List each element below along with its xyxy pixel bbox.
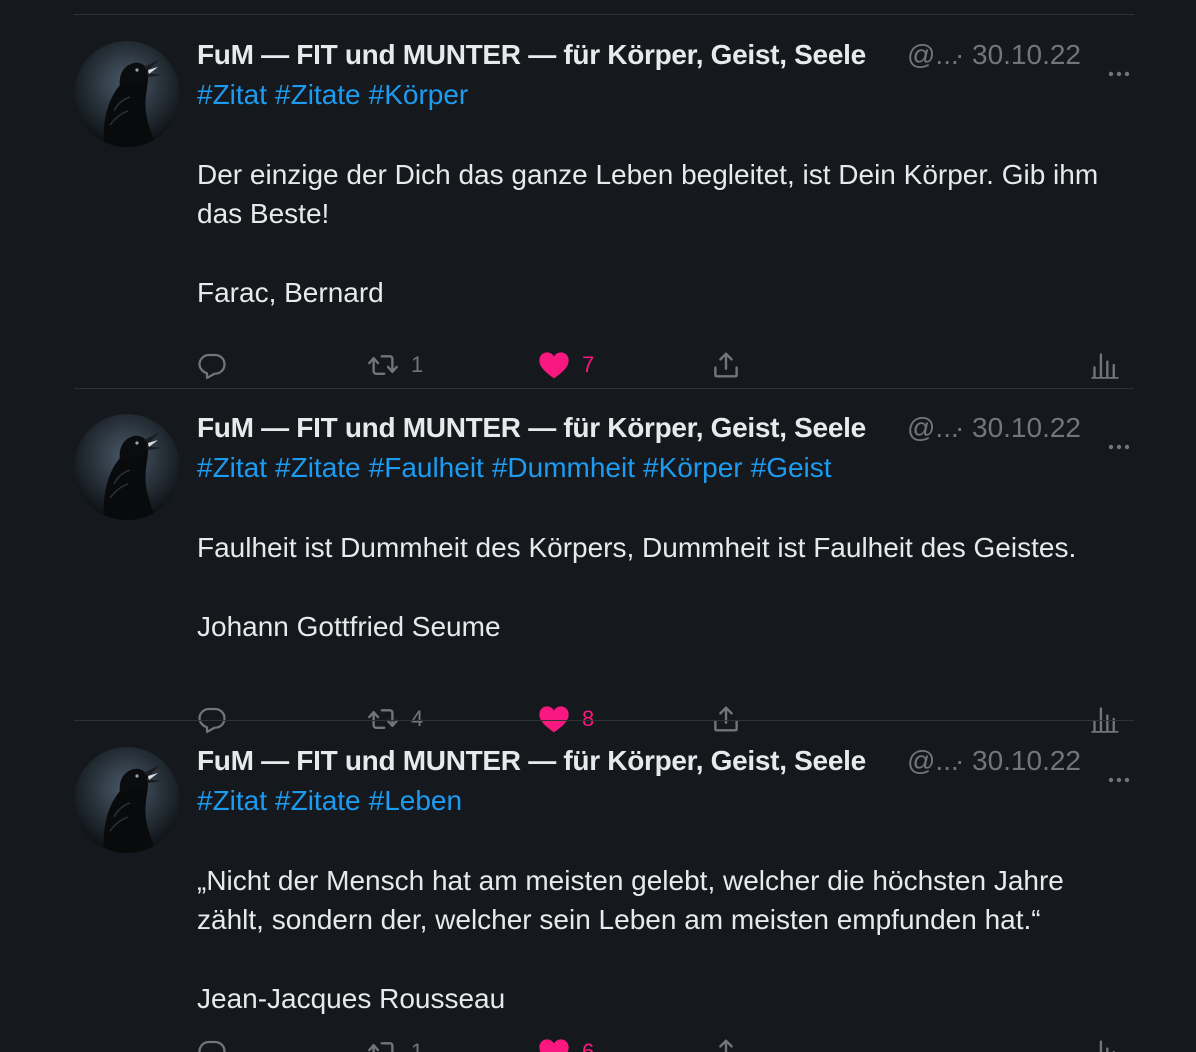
separator-dot: · [955,745,965,776]
user-handle[interactable]: @... [907,35,959,75]
like-count: 7 [582,352,595,377]
tweet-content: FuM — FIT und MUNTER — für Körper, Geist… [197,408,1134,646]
tweet-text: Der einzige der Dich das ganze Leben beg… [197,159,1106,229]
reply-icon [197,350,227,380]
hashtag-link[interactable]: #Zitat [197,785,267,816]
display-name[interactable]: FuM — FIT und MUNTER — für Körper, Geist… [197,39,866,70]
hashtag-link[interactable]: #Zitate [275,785,361,816]
hashtag-link[interactable]: #Zitat [197,452,267,483]
tweet-date[interactable]: 30.10.22 [972,35,1081,75]
tweet-actions: 17 [197,345,1134,385]
tweet[interactable]: FuM — FIT und MUNTER — für Körper, Geist… [74,721,1134,1052]
tweet-date[interactable]: 30.10.22 [972,741,1081,781]
tweet-content: FuM — FIT und MUNTER — für Körper, Geist… [197,741,1134,1018]
hashtag-link[interactable]: #Geist [751,452,832,483]
tweet-text: Faulheit ist Dummheit des Körpers, Dummh… [197,532,1077,563]
tweet[interactable]: FuM — FIT und MUNTER — für Körper, Geist… [74,388,1134,768]
analytics-button[interactable] [1091,345,1119,385]
separator-dot: · [955,39,965,70]
hashtag-link[interactable]: #Dummheit [492,452,635,483]
tweet-actions: 16 [197,1032,1134,1052]
quote-author: Jean-Jacques Rousseau [197,983,506,1014]
avatar[interactable] [74,41,180,147]
quote-author: Johann Gottfried Seume [197,611,501,642]
hashtag-link[interactable]: #Körper [643,452,743,483]
hashtag-link[interactable]: #Zitate [275,79,361,110]
display-name[interactable]: FuM — FIT und MUNTER — für Körper, Geist… [197,412,866,443]
tweet[interactable]: FuM — FIT und MUNTER — für Körper, Geist… [74,15,1134,395]
display-name[interactable]: FuM — FIT und MUNTER — für Körper, Geist… [197,745,866,776]
tweet-header: FuM — FIT und MUNTER — für Körper, Geist… [197,408,1134,450]
hashtag-link[interactable]: #Faulheit [369,452,484,483]
analytics-icon [1091,350,1119,380]
more-icon[interactable] [1107,49,1131,77]
reply-button[interactable] [197,1032,227,1052]
hashtag-link[interactable]: #Leben [369,785,462,816]
hashtag-list: #Zitat #Zitate #Leben [197,781,1134,821]
retweet-icon [367,1037,399,1052]
tweet-date[interactable]: 30.10.22 [972,408,1081,448]
reply-icon [197,1037,227,1052]
share-button[interactable] [711,1032,741,1052]
share-icon [711,1037,741,1052]
analytics-button[interactable] [1091,1032,1119,1052]
tweet-header: FuM — FIT und MUNTER — für Körper, Geist… [197,35,1134,77]
timeline-feed: FuM — FIT und MUNTER — für Körper, Geist… [74,0,1134,1052]
like-button[interactable]: 7 [538,345,594,385]
more-icon[interactable] [1107,755,1131,783]
retweet-count: 1 [411,352,424,377]
hashtag-link[interactable]: #Körper [369,79,469,110]
avatar[interactable] [74,414,180,520]
tweet-header: FuM — FIT und MUNTER — für Körper, Geist… [197,741,1134,783]
retweet-button[interactable]: 1 [367,1032,423,1052]
share-button[interactable] [711,345,741,385]
avatar[interactable] [74,747,180,853]
tweet-content: FuM — FIT und MUNTER — für Körper, Geist… [197,35,1134,312]
more-icon[interactable] [1107,422,1131,450]
hashtag-link[interactable]: #Zitate [275,452,361,483]
heart-icon [538,1037,570,1052]
separator-dot: · [955,412,965,443]
user-handle[interactable]: @... [907,408,959,448]
analytics-icon [1091,1037,1119,1052]
hashtag-list: #Zitat #Zitate #Körper [197,75,1134,115]
heart-icon [538,350,570,380]
like-button[interactable]: 6 [538,1032,594,1052]
quote-author: Farac, Bernard [197,277,384,308]
share-icon [711,350,741,380]
retweet-count: 1 [411,1039,424,1052]
hashtag-list: #Zitat #Zitate #Faulheit #Dummheit #Körper #G… [197,448,1134,488]
reply-button[interactable] [197,345,227,385]
user-handle[interactable]: @... [907,741,959,781]
tweet-text: „Nicht der Mensch hat am meisten gelebt,… [197,865,1072,935]
retweet-button[interactable]: 1 [367,345,423,385]
like-count: 6 [582,1039,595,1052]
hashtag-link[interactable]: #Zitat [197,79,267,110]
retweet-icon [367,350,399,380]
